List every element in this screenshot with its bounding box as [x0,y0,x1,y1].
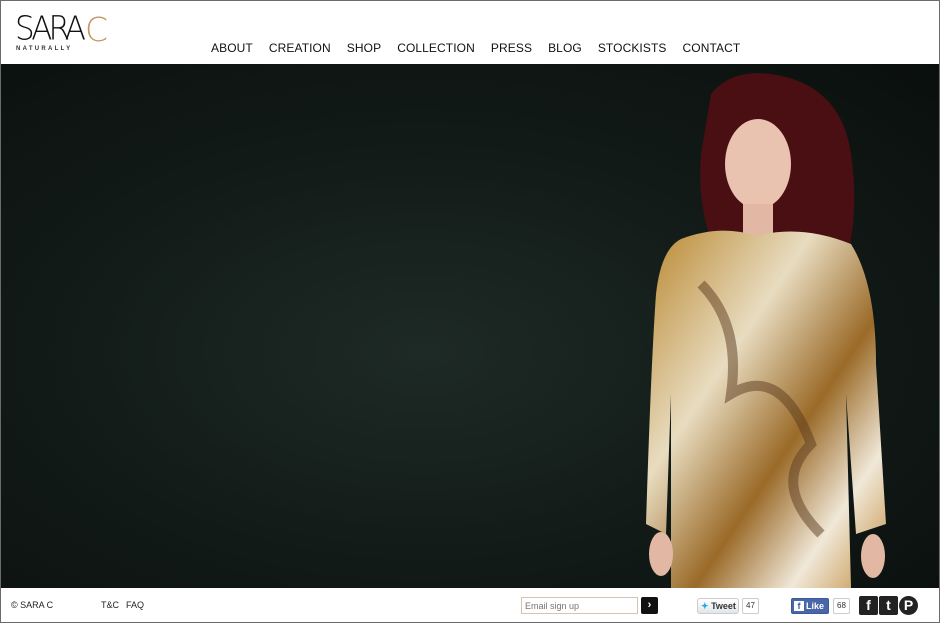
header: SARA C NATURALLY ABOUT CREATION SHOP COL… [1,1,939,64]
footer: © SARA C T&C FAQ › ✦ Tweet 47 fLike 68 f… [1,588,939,622]
tweet-button[interactable]: ✦ Tweet [697,598,739,614]
copyright: © SARA C [11,600,54,610]
nav-collection[interactable]: COLLECTION [397,41,475,55]
facebook-icon: f [794,601,804,611]
email-submit-button[interactable]: › [641,597,658,614]
main-nav: ABOUT CREATION SHOP COLLECTION PRESS BLO… [211,41,756,55]
terms-link[interactable]: T&C [101,600,119,610]
pinterest-icon[interactable]: P [899,596,918,615]
chevron-right-icon: › [647,599,652,611]
like-count: 68 [833,598,850,614]
model-photo [646,73,886,588]
like-label: Like [806,601,825,611]
nav-press[interactable]: PRESS [491,41,532,55]
logo[interactable]: SARA C NATURALLY [15,10,115,56]
tweet-label: Tweet [711,601,736,611]
email-signup-input[interactable] [521,597,638,614]
twitter-bird-icon: ✦ [701,601,709,611]
facebook-icon[interactable]: f [859,596,878,615]
logo-accent: C [85,10,109,49]
nav-about[interactable]: ABOUT [211,41,253,55]
faq-link[interactable]: FAQ [126,600,144,610]
twitter-icon[interactable]: t [879,596,898,615]
logo-tagline: NATURALLY [16,46,73,52]
nav-creation[interactable]: CREATION [269,41,331,55]
nav-contact[interactable]: CONTACT [683,41,741,55]
nav-blog[interactable]: BLOG [548,41,582,55]
nav-shop[interactable]: SHOP [347,41,381,55]
nav-stockists[interactable]: STOCKISTS [598,41,667,55]
hero-image [1,64,939,588]
like-button[interactable]: f Like [791,598,829,614]
tweet-count: 47 [742,598,759,614]
logo-text: SARA [15,10,86,48]
